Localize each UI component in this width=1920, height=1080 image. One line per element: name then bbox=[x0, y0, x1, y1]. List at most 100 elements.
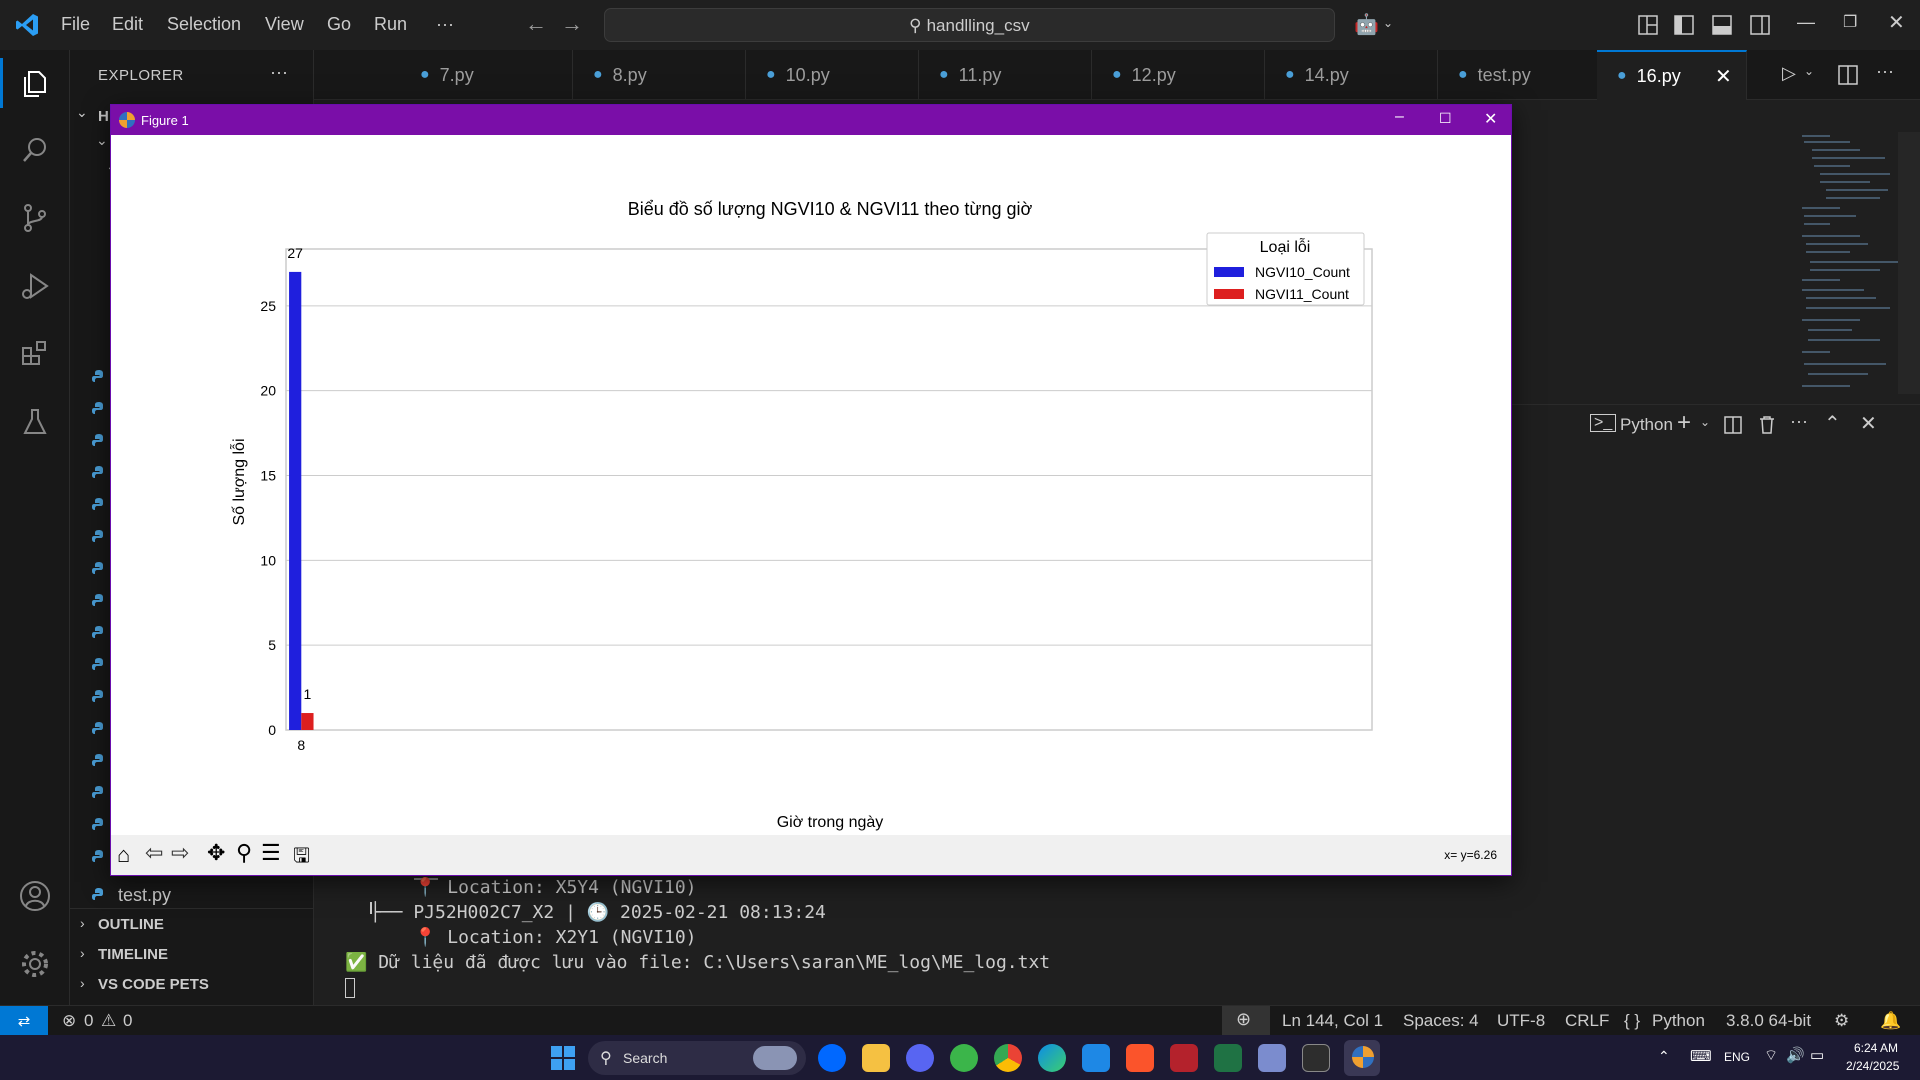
chevron-down-icon[interactable]: ⌄ bbox=[1383, 16, 1393, 30]
toggle-sidebar-icon[interactable] bbox=[1674, 15, 1694, 35]
menu-file[interactable]: File bbox=[61, 14, 90, 35]
tab-16-py[interactable]: ● 16.py ✕ bbox=[1597, 50, 1747, 100]
discord-icon[interactable] bbox=[906, 1044, 934, 1072]
clock-date[interactable]: 2/24/2025 bbox=[1846, 1059, 1899, 1073]
pan-icon[interactable]: ✥ bbox=[207, 840, 225, 866]
toggle-secondary-sidebar-icon[interactable] bbox=[1750, 15, 1770, 35]
toggle-panel-icon[interactable] bbox=[1712, 15, 1732, 35]
bell-icon[interactable]: 🔔 bbox=[1880, 1011, 1901, 1031]
copilot-status-icon[interactable]: ⚙ bbox=[1834, 1011, 1849, 1031]
command-center-search[interactable]: ⚲ handlling_csv bbox=[604, 8, 1335, 42]
back-icon[interactable]: ⇦ bbox=[145, 840, 163, 866]
search-icon[interactable] bbox=[0, 122, 70, 178]
forward-icon[interactable]: ⇨ bbox=[171, 840, 189, 866]
tab-12-py[interactable]: ● 12.py bbox=[1092, 50, 1265, 100]
menu-go[interactable]: Go bbox=[327, 14, 351, 35]
windows-start-icon[interactable] bbox=[551, 1046, 575, 1070]
tab-11-py[interactable]: ● 11.py bbox=[919, 50, 1092, 100]
tab-10-py[interactable]: ● 10.py bbox=[746, 50, 919, 100]
chevron-down-icon[interactable]: ⌄ bbox=[96, 132, 108, 149]
more-actions-icon[interactable]: ··· bbox=[270, 62, 288, 83]
minimap[interactable] bbox=[1790, 132, 1900, 394]
restore-icon[interactable]: ❐ bbox=[1843, 12, 1857, 32]
warning-icon[interactable]: ⚠ bbox=[101, 1011, 116, 1031]
tab-8-py[interactable]: ● 8.py bbox=[573, 50, 746, 100]
chevron-up-icon[interactable]: ⌃ bbox=[1658, 1048, 1670, 1065]
taskbar-search[interactable]: ⚲ Search bbox=[588, 1041, 806, 1075]
menu-selection[interactable]: Selection bbox=[167, 14, 241, 35]
customize-layout-icon[interactable] bbox=[1638, 15, 1658, 35]
explorer-icon[interactable] bbox=[0, 56, 70, 112]
line-ending[interactable]: CRLF bbox=[1565, 1011, 1609, 1031]
zalo-app-icon[interactable] bbox=[818, 1044, 846, 1072]
clock-time[interactable]: 6:24 AM bbox=[1854, 1041, 1898, 1055]
accounts-icon[interactable] bbox=[0, 868, 70, 924]
app-icon[interactable] bbox=[1170, 1044, 1198, 1072]
figure-titlebar[interactable]: Figure 1 – ☐ ✕ bbox=[111, 105, 1511, 135]
excel-icon[interactable] bbox=[1214, 1044, 1242, 1072]
language-indicator[interactable]: ENG bbox=[1724, 1050, 1750, 1064]
battery-icon[interactable]: ▭ bbox=[1810, 1046, 1824, 1064]
run-file-icon[interactable]: ▷ bbox=[1782, 63, 1796, 84]
close-window-icon[interactable]: ✕ bbox=[1888, 10, 1905, 35]
remote-indicator[interactable]: ⇄ bbox=[0, 1006, 48, 1036]
trash-icon[interactable] bbox=[1758, 415, 1776, 435]
home-icon[interactable]: ⌂ bbox=[117, 842, 130, 868]
chrome-icon[interactable] bbox=[994, 1044, 1022, 1072]
source-control-icon[interactable] bbox=[0, 190, 70, 246]
chevron-down-icon[interactable]: ⌄ bbox=[1700, 415, 1710, 429]
forward-arrow-icon[interactable]: → bbox=[561, 11, 583, 37]
scrollbar[interactable] bbox=[1898, 132, 1920, 394]
menu-edit[interactable]: Edit bbox=[112, 14, 143, 35]
figure-minimize-icon[interactable]: – bbox=[1395, 108, 1404, 126]
more-actions-icon[interactable]: ··· bbox=[1876, 61, 1894, 82]
terminal-app-icon[interactable] bbox=[1302, 1044, 1330, 1072]
file-item-test-py[interactable]: test.py bbox=[70, 882, 314, 908]
menu-view[interactable]: View bbox=[265, 14, 304, 35]
zoom-indicator[interactable]: ⊕ bbox=[1222, 1006, 1270, 1036]
menu-more[interactable]: ··· bbox=[436, 14, 454, 35]
app-icon[interactable] bbox=[950, 1044, 978, 1072]
outline-section[interactable]: › OUTLINE bbox=[70, 912, 314, 938]
vscode-taskbar-icon[interactable] bbox=[1082, 1044, 1110, 1072]
terminal-profile-label[interactable]: Python bbox=[1620, 415, 1673, 435]
brave-icon[interactable] bbox=[1126, 1044, 1154, 1072]
edge-icon[interactable] bbox=[1038, 1044, 1066, 1072]
split-terminal-icon[interactable] bbox=[1724, 416, 1742, 434]
run-debug-icon[interactable] bbox=[0, 258, 70, 314]
file-explorer-icon[interactable] bbox=[862, 1044, 890, 1072]
settings-gear-icon[interactable] bbox=[0, 936, 70, 992]
more-actions-icon[interactable]: ··· bbox=[1790, 411, 1808, 432]
error-count[interactable]: 0 bbox=[84, 1011, 93, 1031]
configure-subplots-icon[interactable]: ☰ bbox=[261, 840, 281, 866]
figure-close-icon[interactable]: ✕ bbox=[1484, 109, 1497, 129]
minimize-icon[interactable]: — bbox=[1797, 12, 1815, 33]
testing-flask-icon[interactable] bbox=[0, 394, 70, 450]
split-editor-icon[interactable] bbox=[1838, 65, 1858, 85]
tab-14-py[interactable]: ● 14.py bbox=[1265, 50, 1438, 100]
language-mode[interactable]: Python bbox=[1652, 1011, 1705, 1031]
extensions-icon[interactable] bbox=[0, 326, 70, 382]
chevron-down-icon[interactable]: ⌄ bbox=[1804, 64, 1814, 78]
volume-icon[interactable]: 🔊 bbox=[1786, 1046, 1805, 1064]
python-interpreter[interactable]: 3.8.0 64-bit bbox=[1726, 1011, 1811, 1031]
wifi-icon[interactable]: ⌔ bbox=[1764, 1046, 1778, 1065]
maximize-panel-icon[interactable]: ⌃ bbox=[1824, 411, 1841, 436]
copilot-icon[interactable]: 🤖 bbox=[1354, 12, 1379, 37]
add-terminal-icon[interactable]: + bbox=[1677, 409, 1691, 437]
menu-run[interactable]: Run bbox=[374, 14, 407, 35]
warning-count[interactable]: 0 bbox=[123, 1011, 132, 1031]
cursor-position[interactable]: Ln 144, Col 1 bbox=[1282, 1011, 1383, 1031]
tab-test-py[interactable]: ● test.py bbox=[1438, 50, 1611, 100]
save-figure-icon[interactable]: 🖫 bbox=[293, 841, 310, 875]
tab-7-py[interactable]: ● 7.py bbox=[400, 50, 573, 100]
errors-icon[interactable]: ⊗ bbox=[62, 1011, 76, 1031]
app-icon[interactable] bbox=[1258, 1044, 1286, 1072]
chevron-down-icon[interactable]: ⌄ bbox=[76, 104, 88, 121]
close-panel-icon[interactable]: ✕ bbox=[1860, 411, 1877, 436]
figure-maximize-icon[interactable]: ☐ bbox=[1439, 110, 1452, 127]
back-arrow-icon[interactable]: ← bbox=[525, 11, 547, 37]
indentation[interactable]: Spaces: 4 bbox=[1403, 1011, 1479, 1031]
zoom-rect-icon[interactable]: ⚲ bbox=[236, 840, 252, 866]
encoding[interactable]: UTF-8 bbox=[1497, 1011, 1545, 1031]
